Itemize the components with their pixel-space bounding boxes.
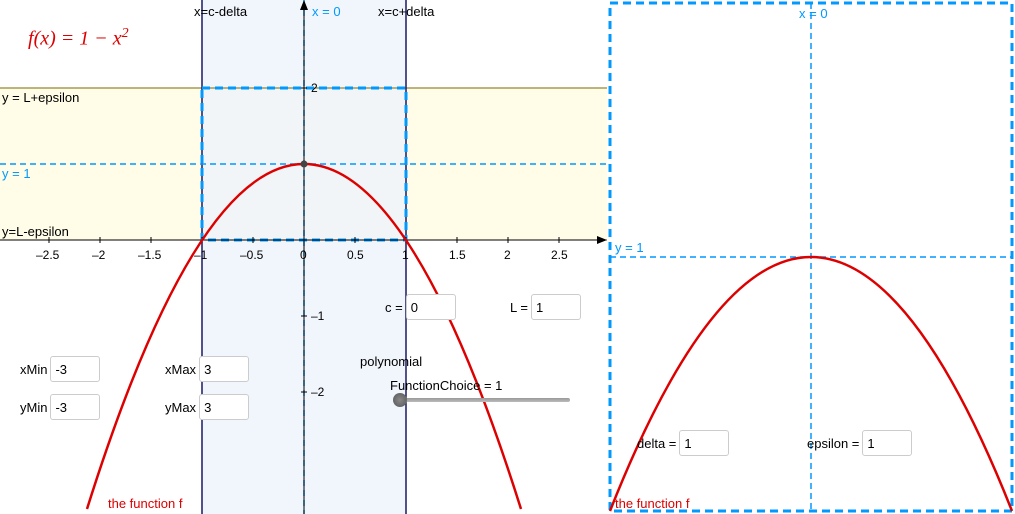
xtick-p15: 1.5: [449, 248, 466, 262]
x-equals-c-label: x = 0: [312, 4, 341, 19]
xMax-input[interactable]: [199, 356, 249, 382]
zoom-plot: x = 0 y = 1 the function f delta = epsil…: [607, 0, 1015, 514]
function-formula: f(x) = 1 − x2: [28, 26, 129, 51]
function-label-left: the function f: [108, 496, 182, 511]
xtick-0: 0: [300, 248, 307, 262]
xtick-p25: 2.5: [551, 248, 568, 262]
L-label: L =: [510, 300, 528, 315]
yMax-label: yMax: [165, 400, 196, 415]
L-minus-eps-label: y=L-epsilon: [2, 224, 69, 239]
c-plus-delta-label: x=c+delta: [378, 4, 434, 19]
delta-input[interactable]: [679, 430, 729, 456]
ytick-m1: –1: [311, 309, 324, 323]
function-label-right: the function f: [615, 496, 689, 511]
delta-label: delta =: [637, 436, 676, 451]
vertex-point: [301, 161, 308, 168]
L-control[interactable]: L =: [510, 294, 581, 320]
xMax-label: xMax: [165, 362, 196, 377]
yMax-control[interactable]: yMax: [165, 394, 249, 420]
c-label: c =: [385, 300, 403, 315]
epsilon-control[interactable]: epsilon =: [807, 430, 912, 456]
zoom-y-label: y = 1: [615, 240, 644, 255]
zoom-x-label: x = 0: [799, 6, 828, 21]
yMin-label: yMin: [20, 400, 47, 415]
xMin-input[interactable]: [50, 356, 100, 382]
epsilon-input[interactable]: [862, 430, 912, 456]
xtick-m15: –1.5: [138, 248, 161, 262]
function-choice-slider[interactable]: [400, 398, 570, 402]
c-minus-delta-label: x=c-delta: [194, 4, 247, 19]
xtick-p1: 1: [402, 248, 409, 262]
xtick-m2: –2: [92, 248, 105, 262]
xtick-p05: 0.5: [347, 248, 364, 262]
yMin-input[interactable]: [50, 394, 100, 420]
yMin-control[interactable]: yMin: [20, 394, 100, 420]
L-input[interactable]: [531, 294, 581, 320]
xtick-m1: –1: [194, 248, 207, 262]
xtick-m25: –2.5: [36, 248, 59, 262]
slider-thumb[interactable]: [393, 393, 407, 407]
function-choice-label: FunctionChoice = 1: [390, 378, 502, 393]
xMin-control[interactable]: xMin: [20, 356, 100, 382]
xMin-label: xMin: [20, 362, 47, 377]
c-input[interactable]: [406, 294, 456, 320]
xMax-control[interactable]: xMax: [165, 356, 249, 382]
slider-track[interactable]: [400, 398, 570, 402]
yMax-input[interactable]: [199, 394, 249, 420]
y-equals-L-label: y = 1: [2, 166, 31, 181]
ytick-p2: 2: [311, 81, 318, 95]
delta-control[interactable]: delta =: [637, 430, 729, 456]
ytick-m2: –2: [311, 385, 324, 399]
polynomial-label: polynomial: [360, 354, 422, 369]
L-plus-eps-label: y = L+epsilon: [2, 90, 79, 105]
main-plot: f(x) = 1 − x2 x=c-delta x = 0 x=c+delta …: [0, 0, 607, 514]
xtick-m05: –0.5: [240, 248, 263, 262]
xtick-p2: 2: [504, 248, 511, 262]
c-control[interactable]: c =: [385, 294, 456, 320]
epsilon-label: epsilon =: [807, 436, 859, 451]
